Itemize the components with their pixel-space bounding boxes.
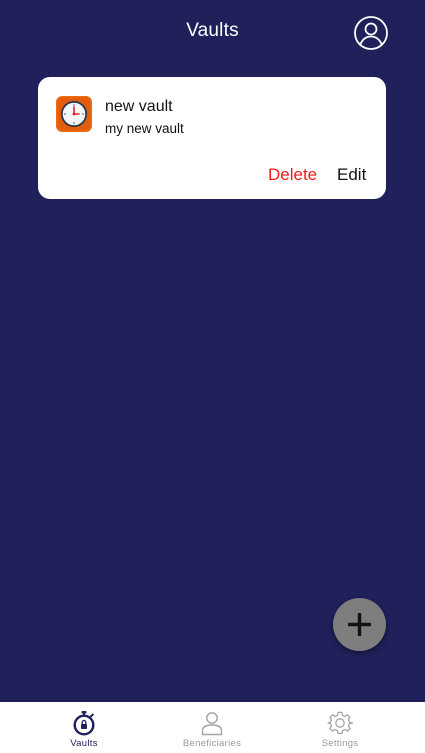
vault-description: my new vault — [105, 121, 184, 136]
profile-button[interactable] — [353, 15, 389, 51]
edit-vault-button[interactable]: Edit — [337, 165, 366, 185]
add-vault-button[interactable] — [333, 598, 386, 651]
vaults-screen: Vaults new vault my new vault Delete Edi… — [0, 0, 425, 702]
tab-label-vaults: Vaults — [70, 738, 98, 749]
tab-beneficiaries[interactable]: Beneficiaries — [162, 702, 262, 753]
header: Vaults — [0, 0, 425, 64]
app-screen: Vaults new vault my new vault Delete Edi… — [0, 0, 425, 753]
vault-clock-icon — [56, 96, 92, 132]
tab-settings[interactable]: Settings — [290, 702, 390, 753]
plus-icon — [348, 613, 371, 636]
delete-vault-button[interactable]: Delete — [268, 165, 317, 185]
bottom-tab-bar: Vaults Beneficiaries Settings — [0, 702, 425, 753]
tab-vaults[interactable]: Vaults — [34, 702, 134, 753]
vault-card[interactable]: new vault my new vault Delete Edit — [38, 77, 386, 199]
clock-icon — [56, 96, 92, 132]
person-icon — [199, 710, 225, 736]
user-circle-icon — [354, 16, 388, 50]
stopwatch-lock-icon — [71, 710, 97, 736]
tab-label-beneficiaries: Beneficiaries — [182, 738, 242, 749]
vault-name: new vault — [105, 98, 173, 115]
gear-icon — [327, 710, 353, 736]
tab-label-settings: Settings — [321, 738, 359, 749]
